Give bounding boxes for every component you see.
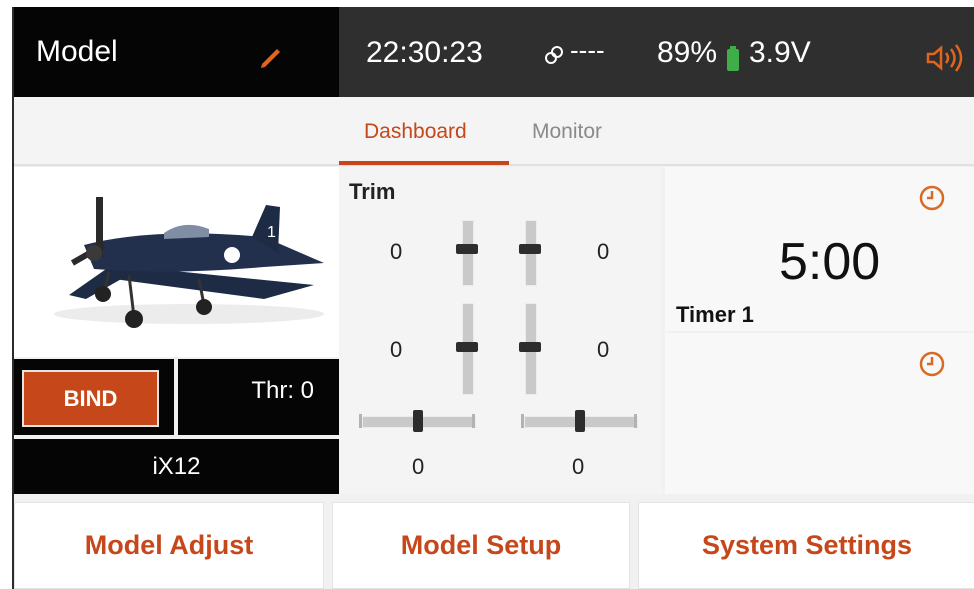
model-title: Model bbox=[36, 35, 118, 68]
clock-icon bbox=[919, 351, 945, 377]
throttle-cell: Thr: 0 bbox=[178, 359, 339, 435]
trim-right-horizontal-thumb[interactable] bbox=[575, 410, 585, 432]
trim-right-horizontal-end bbox=[634, 414, 637, 428]
clock-icon bbox=[919, 185, 945, 211]
active-tab-indicator bbox=[339, 161, 509, 165]
trim-left-lower-value: 0 bbox=[390, 337, 403, 362]
pencil-icon[interactable] bbox=[257, 43, 283, 69]
trim-right-lower-thumb[interactable] bbox=[519, 342, 541, 352]
trim-left-horizontal-thumb[interactable] bbox=[413, 410, 423, 432]
battery-voltage: 3.9V bbox=[749, 36, 811, 69]
airplane-image: 1 bbox=[54, 197, 324, 328]
throttle-value: Thr: 0 bbox=[251, 377, 314, 404]
battery-icon bbox=[727, 46, 739, 71]
tab-monitor[interactable]: Monitor bbox=[532, 120, 602, 144]
screen: Model 22:30:23 ---- 89% 3.9V Dashboard M… bbox=[12, 7, 974, 589]
battery-percent: 89% bbox=[657, 36, 718, 69]
svg-text:1: 1 bbox=[267, 224, 276, 241]
trim-left-horizontal-value: 0 bbox=[412, 454, 425, 479]
trim-right-upper-value: 0 bbox=[597, 239, 610, 264]
tab-bar bbox=[14, 97, 974, 166]
trim-right-horizontal-value: 0 bbox=[572, 454, 585, 479]
timer-1-label: Timer 1 bbox=[676, 302, 754, 327]
status-bar: 22:30:23 ---- 89% 3.9V bbox=[339, 7, 974, 97]
speaker-icon[interactable] bbox=[924, 43, 964, 73]
tab-dashboard[interactable]: Dashboard bbox=[364, 120, 467, 144]
trim-label: Trim bbox=[349, 179, 396, 204]
trim-left-horizontal-end bbox=[359, 414, 362, 428]
model-image: 1 bbox=[14, 167, 339, 357]
model-setup-button[interactable]: Model Setup bbox=[332, 502, 630, 589]
link-status: ---- bbox=[570, 35, 605, 65]
link-icon bbox=[545, 46, 563, 64]
trim-right-upper-thumb[interactable] bbox=[519, 244, 541, 254]
system-settings-button[interactable]: System Settings bbox=[638, 502, 974, 589]
trim-left-upper-value: 0 bbox=[390, 239, 403, 264]
model-adjust-button[interactable]: Model Adjust bbox=[14, 502, 324, 589]
trim-panel bbox=[339, 167, 662, 494]
timer-1-value: 5:00 bbox=[779, 233, 881, 291]
trim-left-horizontal-end bbox=[472, 414, 475, 428]
model-title-bar[interactable]: Model bbox=[14, 7, 339, 97]
clock-time: 22:30:23 bbox=[366, 36, 483, 69]
trim-right-horizontal-end bbox=[521, 414, 524, 428]
trim-left-lower-thumb[interactable] bbox=[456, 342, 478, 352]
bind-button[interactable]: BIND bbox=[22, 370, 159, 427]
trim-left-upper-thumb[interactable] bbox=[456, 244, 478, 254]
device-name: iX12 bbox=[14, 439, 339, 494]
trim-right-lower-value: 0 bbox=[597, 337, 610, 362]
